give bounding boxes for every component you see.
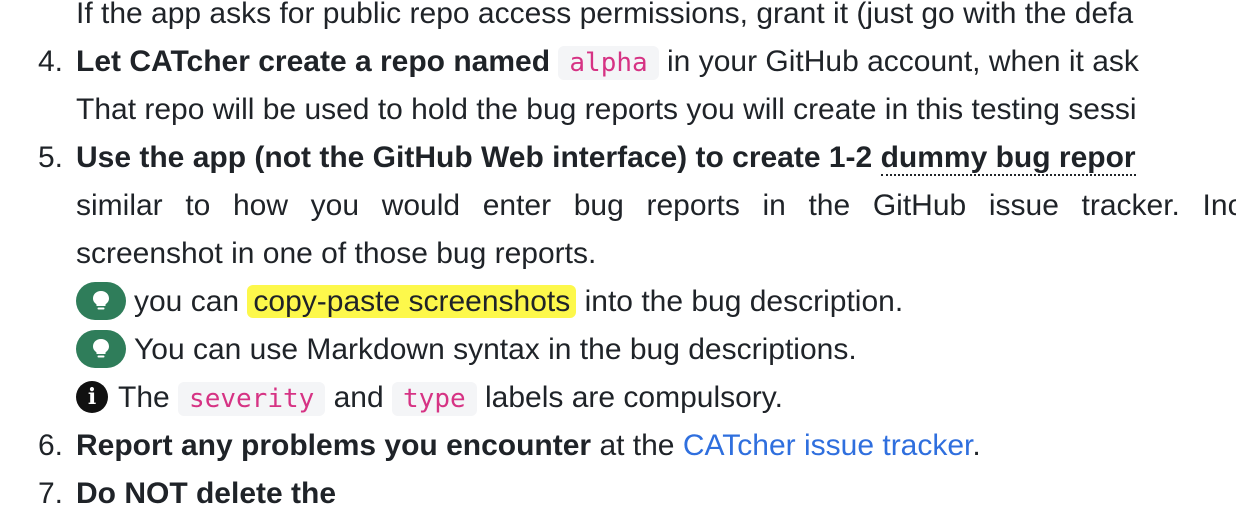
word: GitHub: [872, 189, 967, 222]
word: reports: [646, 189, 740, 222]
tip-line-2: You can use Markdown syntax in the bug d…: [0, 326, 1236, 374]
tip-2: You can use Markdown syntax in the bug d…: [76, 326, 857, 374]
word: you: [310, 189, 360, 222]
bold-text: Let CATcher create a repo named: [76, 45, 551, 78]
word: would: [381, 189, 461, 222]
paragraph-line-0: If the app asks for public repo access p…: [0, 0, 1236, 38]
tip-1: you can copy-paste screenshots into the …: [76, 278, 903, 326]
tip-line-1: you can copy-paste screenshots into the …: [0, 278, 1236, 326]
text: you can: [134, 285, 240, 318]
list-item-5: 5. Use the app (not the GitHub Web inter…: [0, 134, 1236, 182]
word: in: [762, 189, 786, 222]
text: and: [333, 381, 384, 414]
text: screenshot in one of those bug reports.: [76, 237, 597, 270]
word: tracker.: [1081, 189, 1180, 222]
list-item-5-line-3: screenshot in one of those bug reports.: [0, 230, 1236, 278]
bold-text: Use the app (not the GitHub Web interfac…: [76, 141, 873, 174]
word: Inclu: [1202, 189, 1236, 222]
list-number: 4.: [38, 45, 64, 78]
text: .: [972, 429, 981, 462]
word: to: [185, 189, 211, 222]
list-number: 5.: [38, 141, 64, 174]
word: bug: [573, 189, 624, 222]
list-number: 6.: [38, 429, 64, 462]
list-item-4-continuation: That repo will be used to hold the bug r…: [0, 86, 1236, 134]
lightbulb-icon: [76, 330, 126, 369]
list-item-7-partial: 7. Do NOT delete the: [0, 470, 1236, 518]
text: That repo will be used to hold the bug r…: [76, 93, 1137, 126]
list-item-4-text: Let CATcher create a repo named alpha in…: [76, 38, 1139, 87]
info-line: i The severity and type labels are compul…: [0, 374, 1236, 422]
text: You can use Markdown syntax in the bug d…: [134, 333, 857, 366]
text: at the: [599, 429, 675, 462]
inline-code-severity: severity: [178, 382, 326, 416]
word: issue: [988, 189, 1059, 222]
list-item-4: 4. Let CATcher create a repo named alpha…: [0, 38, 1236, 86]
inline-code-alpha: alpha: [558, 46, 659, 80]
text: in your GitHub account, when it ask: [667, 45, 1139, 78]
highlighted-text: copy-paste screenshots: [247, 285, 577, 318]
dummy-bug-report-term[interactable]: dummy bug repor: [880, 141, 1136, 176]
word: how: [232, 189, 289, 222]
text: labels are compulsory.: [485, 381, 783, 414]
lightbulb-icon: [76, 282, 126, 321]
text: into the bug description.: [584, 285, 904, 318]
list-item-6: 6. Report any problems you encounter at …: [0, 422, 1236, 470]
justified-text: similar to how you would enter bug reports in the…: [76, 182, 1236, 230]
list-item-5-line-2: similar to how you would enter bug reports in the…: [0, 182, 1236, 230]
list-item-6-text: Report any problems you encounter at the…: [76, 422, 981, 470]
inline-code-type: type: [392, 382, 477, 416]
text: If the app asks for public repo access p…: [76, 0, 1134, 30]
catcher-issue-tracker-link[interactable]: CATcher issue tracker: [683, 429, 973, 462]
text: The: [118, 381, 170, 414]
list-item-5-text: Use the app (not the GitHub Web interfac…: [76, 134, 1136, 182]
word: enter: [482, 189, 552, 222]
list-item-7-text: Do NOT delete the: [76, 470, 336, 518]
info-note: i The severity and type labels are compul…: [76, 374, 783, 423]
list-number: 7.: [38, 477, 64, 510]
bold-text: Report any problems you encounter: [76, 429, 592, 462]
word: the: [808, 189, 851, 222]
info-icon: i: [76, 381, 108, 414]
word: similar: [76, 189, 163, 222]
